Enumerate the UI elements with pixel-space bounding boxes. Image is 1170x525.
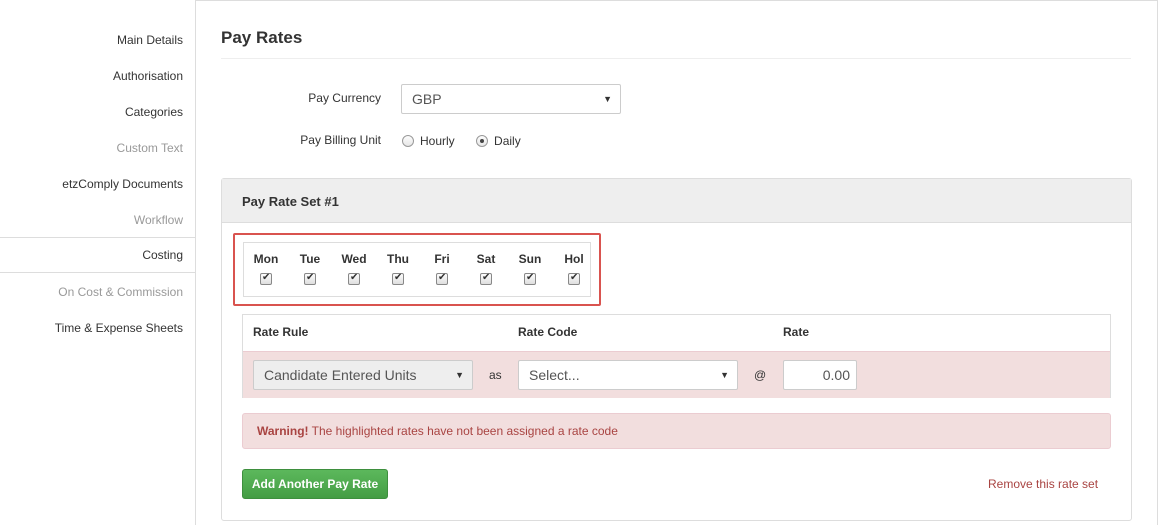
rate-set-title: Pay Rate Set #1: [242, 194, 339, 209]
chevron-down-icon: ▼: [455, 370, 464, 380]
day-sat: Sat: [464, 243, 508, 298]
pay-currency-label: Pay Currency: [308, 91, 381, 105]
sidebar-item-categories[interactable]: Categories: [0, 94, 196, 130]
sidebar-item-authorisation[interactable]: Authorisation: [0, 58, 196, 94]
day-checkbox-sun[interactable]: [524, 272, 536, 285]
day-mon: Mon: [244, 243, 288, 298]
page-title: Pay Rates: [221, 28, 303, 47]
add-another-pay-rate-button[interactable]: Add Another Pay Rate: [242, 469, 388, 499]
header-rate-rule: Rate Rule: [253, 325, 309, 339]
chevron-down-icon: ▼: [720, 370, 729, 380]
day-label: Sun: [518, 252, 542, 266]
sidebar: Main Details Authorisation Categories Cu…: [0, 0, 196, 525]
day-label: Tue: [299, 252, 321, 266]
day-thu: Thu: [376, 243, 420, 298]
radio-daily[interactable]: [476, 135, 489, 147]
title-divider: [221, 58, 1131, 59]
rate-set-header: Pay Rate Set #1: [222, 179, 1131, 223]
sidebar-item-on-cost-commission[interactable]: On Cost & Commission: [0, 274, 196, 310]
day-hol: Hol: [552, 243, 596, 298]
day-checkbox-wed[interactable]: [348, 272, 360, 285]
day-wed: Wed: [332, 243, 376, 298]
rate-code-value: Select...: [529, 367, 580, 383]
rate-input[interactable]: 0.00: [783, 360, 857, 390]
day-checkbox-tue[interactable]: [304, 272, 316, 285]
rate-rule-value: Candidate Entered Units: [264, 367, 417, 383]
pay-currency-value: GBP: [412, 91, 442, 107]
day-label: Mon: [253, 252, 279, 266]
day-checkbox-sat[interactable]: [480, 272, 492, 285]
remove-rate-set-link[interactable]: Remove this rate set: [988, 477, 1098, 491]
day-tue: Tue: [288, 243, 332, 298]
sidebar-item-workflow[interactable]: Workflow: [0, 202, 196, 238]
sidebar-item-etzcomply-documents[interactable]: etzComply Documents: [0, 166, 196, 202]
warning-alert: Warning! The highlighted rates have not …: [242, 413, 1111, 449]
chevron-down-icon: ▼: [603, 94, 612, 104]
rate-rule-select[interactable]: Candidate Entered Units ▼: [253, 360, 473, 390]
main-panel: Pay Rates Pay Currency GBP ▼ Pay Billing…: [195, 0, 1158, 525]
days-selector: Mon Tue Wed Thu: [243, 242, 591, 297]
pay-currency-select[interactable]: GBP ▼: [401, 84, 621, 114]
table-row: Candidate Entered Units ▼ as Select... ▼…: [243, 351, 1110, 398]
at-label: @: [754, 368, 767, 382]
header-rate: Rate: [783, 325, 810, 339]
radio-hourly[interactable]: [402, 135, 414, 147]
pay-rate-set-card: Pay Rate Set #1 Mon Tue Wed: [221, 178, 1132, 521]
day-label: Wed: [341, 252, 367, 266]
day-checkbox-fri[interactable]: [436, 272, 448, 285]
billing-unit-radio-group: Hourly Daily: [402, 134, 539, 148]
warning-strong: Warning!: [257, 424, 309, 438]
header-rate-code: Rate Code: [518, 325, 578, 339]
radio-daily-label[interactable]: Daily: [494, 134, 521, 148]
day-label: Fri: [434, 252, 450, 266]
sidebar-item-main-details[interactable]: Main Details: [0, 22, 196, 58]
as-label: as: [489, 368, 502, 382]
day-sun: Sun: [508, 243, 552, 298]
radio-hourly-label[interactable]: Hourly: [420, 134, 455, 148]
day-label: Sat: [476, 252, 496, 266]
sidebar-item-time-expense-sheets[interactable]: Time & Expense Sheets: [0, 310, 196, 346]
day-checkbox-thu[interactable]: [392, 272, 404, 285]
app-window: Main Details Authorisation Categories Cu…: [0, 0, 1170, 525]
rate-code-select[interactable]: Select... ▼: [518, 360, 738, 390]
day-label: Thu: [387, 252, 409, 266]
day-checkbox-hol[interactable]: [568, 272, 580, 285]
sidebar-item-costing[interactable]: Costing: [0, 237, 196, 273]
rate-table: Rate Rule Rate Code Rate Candidate Enter…: [242, 314, 1111, 398]
warning-text: The highlighted rates have not been assi…: [308, 424, 618, 438]
day-checkbox-mon[interactable]: [260, 272, 272, 285]
sidebar-item-custom-text[interactable]: Custom Text: [0, 130, 196, 166]
day-fri: Fri: [420, 243, 464, 298]
day-label: Hol: [564, 252, 584, 266]
pay-billing-unit-label: Pay Billing Unit: [300, 133, 381, 147]
days-highlight-frame: Mon Tue Wed Thu: [233, 233, 601, 306]
